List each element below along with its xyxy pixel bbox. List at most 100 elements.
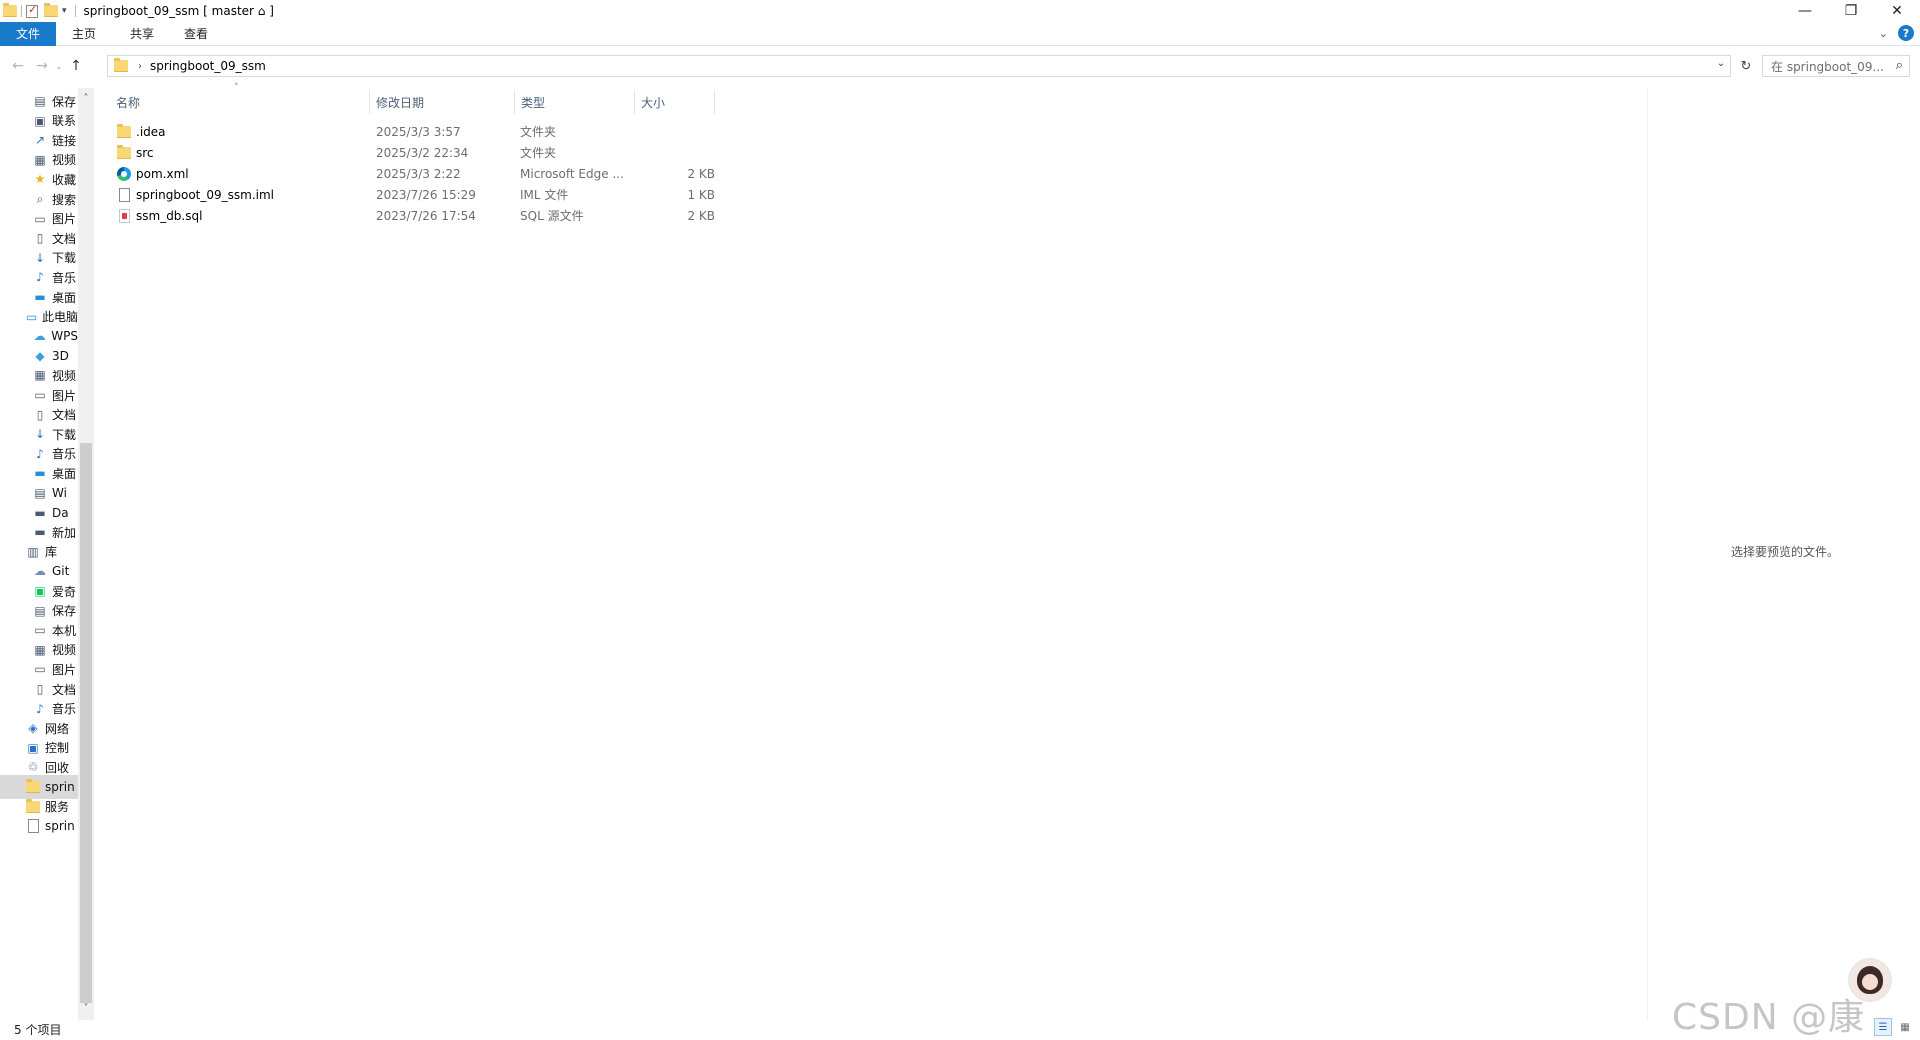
folder-icon	[3, 3, 17, 17]
file-name: ssm_db.sql	[136, 208, 203, 223]
new-folder-icon[interactable]	[44, 3, 58, 17]
properties-icon[interactable]	[26, 3, 38, 18]
this-pc-icon: ▭	[25, 309, 38, 324]
breadcrumb-chevron-icon[interactable]: ›	[138, 61, 142, 72]
column-header-size[interactable]: 大小	[635, 90, 715, 114]
scroll-down-icon[interactable]: ˅	[78, 1000, 94, 1016]
quick-access-toolbar: ▾	[0, 0, 80, 22]
documents-icon: ▯	[36, 231, 44, 246]
table-row[interactable]: pom.xml 2025/3/3 2:22 Microsoft Edge ... 2 …	[110, 163, 720, 184]
ribbon-tabs: 文件 主页 共享 查看 ⌄ ?	[0, 21, 1920, 46]
file-type: 文件夹	[520, 146, 557, 160]
help-icon[interactable]: ?	[1898, 25, 1914, 41]
sidebar-item-label: 图片	[52, 388, 77, 403]
iqiyi-icon: ▣	[34, 584, 46, 598]
tab-view[interactable]: 查看	[168, 22, 222, 46]
sidebar-item-label: 桌面	[52, 290, 77, 305]
minimize-button[interactable]: —	[1782, 0, 1828, 22]
music-icon: ♪	[36, 270, 44, 285]
file-name-cell: springboot_09_ssm.iml	[116, 184, 366, 205]
3d-objects-icon: ◆	[35, 348, 45, 363]
close-button[interactable]: ✕	[1874, 0, 1920, 22]
title-bar: ▾ springboot_09_ssm [ master ⌂ ] — ❐ ✕	[0, 0, 1920, 22]
preview-divider[interactable]	[1647, 88, 1648, 1020]
address-dropdown-icon[interactable]: ⌄	[1714, 58, 1728, 69]
file-name: .idea	[136, 124, 166, 139]
pictures-icon: ▭	[34, 211, 46, 226]
favorites-icon: ★	[34, 172, 46, 187]
video-icon: ▦	[34, 642, 46, 657]
maximize-button[interactable]: ❐	[1828, 0, 1874, 22]
file-type: SQL 源文件	[520, 209, 584, 223]
large-icons-view-icon[interactable]: ▦	[1896, 1018, 1914, 1036]
contacts-icon: ▣	[34, 113, 46, 128]
tab-home[interactable]: 主页	[56, 22, 110, 46]
column-header-name[interactable]: 名称	[110, 90, 370, 114]
drive-icon: ▬	[34, 525, 46, 540]
refresh-button[interactable]: ↻	[1735, 55, 1757, 77]
file-name: pom.xml	[136, 166, 189, 181]
back-button[interactable]: ←	[6, 54, 30, 78]
sidebar-item-label: 音乐	[52, 702, 77, 717]
folder-icon	[25, 779, 41, 795]
view-switcher: ☰ ▦	[1874, 1018, 1914, 1036]
cloud-icon: ☁	[33, 329, 46, 344]
table-row[interactable]: .idea 2025/3/3 3:57 文件夹	[110, 121, 720, 142]
file-icon	[25, 818, 41, 834]
up-button[interactable]: ↑	[64, 54, 88, 78]
file-size	[635, 121, 715, 142]
folder-icon	[114, 58, 128, 72]
sidebar-item-label: 保存	[52, 94, 77, 109]
details-view-icon[interactable]: ☰	[1874, 1018, 1892, 1036]
sidebar-item-label: 搜索	[52, 192, 77, 207]
tab-file[interactable]: 文件	[0, 21, 56, 46]
git-icon: ☁	[34, 564, 46, 579]
sidebar-item-label: 3D	[52, 348, 69, 363]
file-name-cell: .idea	[116, 121, 366, 142]
file-size	[635, 142, 715, 163]
scrollbar-thumb[interactable]	[80, 443, 92, 1003]
sidebar-item-label: 图片	[52, 212, 77, 227]
file-date: 2025/3/3 3:57	[376, 124, 461, 139]
forward-button[interactable]: →	[30, 54, 54, 78]
scroll-up-icon[interactable]: ˄	[78, 90, 94, 106]
downloads-icon: ↓	[34, 427, 46, 442]
sidebar-item-label: 文档	[52, 682, 77, 697]
sidebar-item-label: 爱奇	[52, 584, 77, 599]
sidebar-item-label: 此电脑	[41, 310, 78, 325]
desktop-icon: ▬	[34, 466, 46, 481]
sidebar-item-label: 回收	[45, 760, 70, 775]
sql-file-icon	[116, 208, 132, 224]
file-type: Microsoft Edge ...	[520, 166, 624, 181]
sidebar-item-label: 控制	[45, 741, 70, 756]
file-date: 2025/3/2 22:34	[376, 145, 469, 160]
column-header-date[interactable]: 修改日期	[370, 90, 515, 114]
sidebar-item-label: 视频	[52, 153, 77, 168]
address-row: ← → ⌄ ↑ › springboot_09_ssm ⌄ ↻ 在 spring…	[0, 52, 1920, 80]
table-row[interactable]: springboot_09_ssm.iml 2023/7/26 15:29 IML …	[110, 184, 720, 205]
search-input[interactable]: 在 springboot_09... ⌕	[1762, 55, 1910, 77]
links-icon: ↗	[34, 133, 46, 148]
file-date: 2025/3/3 2:22	[376, 166, 461, 181]
recycle-bin-icon: ♲	[27, 760, 39, 775]
documents-icon: ▯	[36, 682, 44, 696]
breadcrumb[interactable]: springboot_09_ssm	[150, 59, 266, 73]
table-row[interactable]: ssm_db.sql 2023/7/26 17:54 SQL 源文件 2 KB	[110, 205, 720, 226]
nav-scrollbar[interactable]: ˄ ˅	[78, 88, 94, 1020]
expand-ribbon-icon[interactable]: ⌄	[1879, 27, 1888, 40]
table-row[interactable]: src 2025/3/2 22:34 文件夹	[110, 142, 720, 163]
file-name: springboot_09_ssm.iml	[136, 187, 274, 202]
music-icon: ♪	[36, 446, 44, 461]
status-item-count: 5 个项目	[14, 1023, 62, 1037]
file-size: 1 KB	[687, 187, 715, 202]
window-title: springboot_09_ssm [ master ⌂ ]	[83, 4, 274, 18]
column-header-type[interactable]: 类型	[515, 90, 635, 114]
recent-locations-chevron-icon[interactable]: ⌄	[54, 62, 64, 71]
sidebar-item-label: 视频	[52, 643, 77, 658]
search-icon: ⌕	[1895, 58, 1903, 73]
sidebar-item-37[interactable]: sprin	[0, 814, 78, 838]
customize-toolbar-icon[interactable]: ▾	[62, 6, 67, 16]
downloads-icon: ↓	[34, 250, 46, 265]
tab-share[interactable]: 共享	[110, 22, 168, 46]
address-bar[interactable]: › springboot_09_ssm ⌄	[107, 55, 1731, 77]
